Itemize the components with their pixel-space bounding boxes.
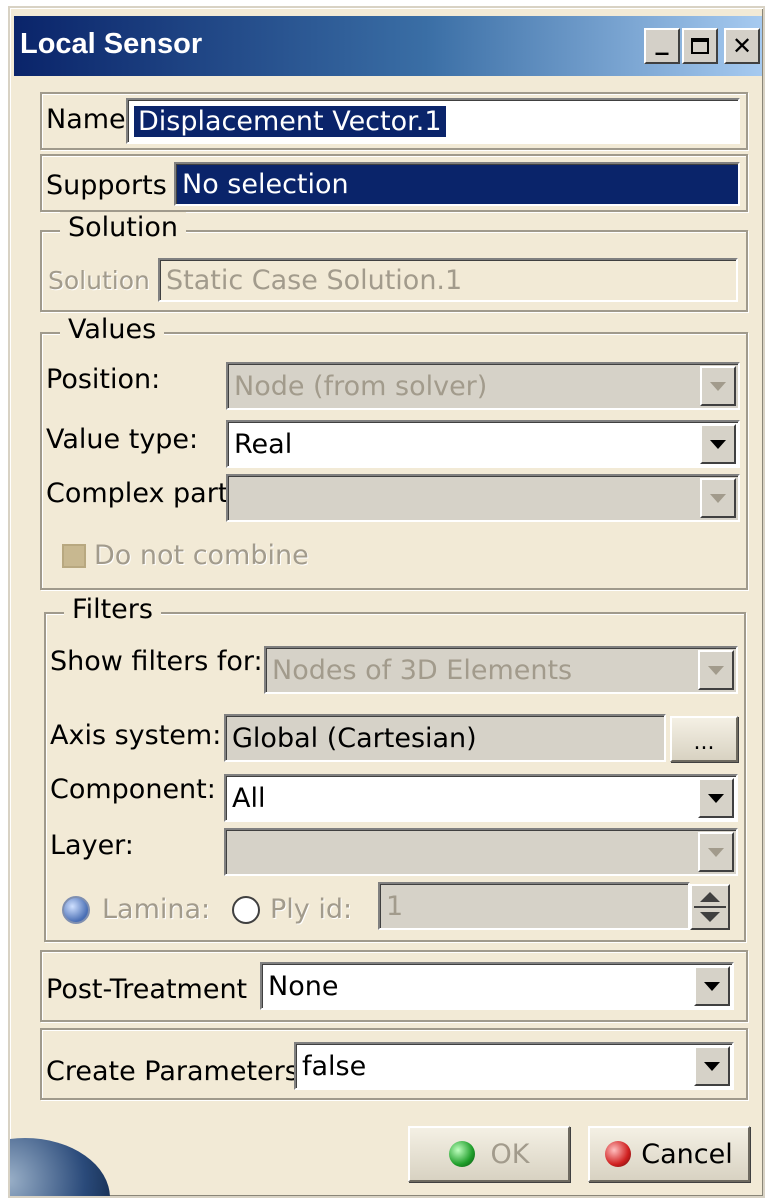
ply-id-input[interactable]: 1	[378, 882, 690, 930]
name-frame: Name Displacement Vector.1	[40, 92, 748, 150]
maximize-icon	[691, 38, 709, 54]
create-parameters-label: Create Parameters	[46, 1056, 299, 1087]
solution-field: Static Case Solution.1	[158, 258, 738, 302]
supports-selector[interactable]: No selection	[174, 162, 740, 206]
lamina-label: Lamina:	[102, 894, 211, 925]
ok-icon	[448, 1141, 475, 1167]
position-value: Node (from solver)	[234, 370, 488, 402]
ok-label: OK	[490, 1138, 530, 1170]
cancel-icon	[605, 1141, 632, 1167]
chevron-down-icon	[698, 778, 734, 818]
component-dropdown[interactable]: All	[224, 774, 738, 822]
minimize-button[interactable]: _	[644, 28, 680, 64]
axis-system-browse-button[interactable]: ...	[670, 716, 738, 762]
decorative-globe-image	[10, 1138, 110, 1196]
post-treatment-value: None	[268, 970, 339, 1002]
local-sensor-dialog: Local Sensor _ ✕ Name Displacement Vecto…	[8, 6, 765, 1198]
ply-id-value: 1	[386, 890, 404, 922]
solution-group-label: Solution	[60, 212, 186, 243]
do-not-combine-label: Do not combine	[94, 540, 309, 571]
chevron-down-icon	[700, 424, 736, 464]
ply-id-label: Ply id:	[270, 894, 353, 925]
create-parameters-frame: Create Parameters false	[40, 1028, 748, 1100]
spinner-divider	[694, 906, 726, 908]
component-value: All	[232, 782, 266, 814]
axis-system-value: Global (Cartesian)	[232, 722, 477, 754]
supports-label: Supports	[46, 170, 167, 201]
complex-part-dropdown[interactable]	[226, 474, 740, 522]
cancel-label: Cancel	[641, 1138, 733, 1170]
show-filters-label: Show filters for:	[50, 646, 263, 677]
create-parameters-value: false	[302, 1050, 367, 1082]
spin-up-icon	[700, 892, 720, 902]
supports-value: No selection	[182, 168, 349, 200]
post-treatment-frame: Post-Treatment None	[40, 950, 748, 1022]
value-type-label: Value type:	[46, 424, 199, 455]
show-filters-dropdown[interactable]: Nodes of 3D Elements	[264, 646, 738, 694]
post-treatment-dropdown[interactable]: None	[260, 962, 734, 1010]
position-label: Position:	[46, 364, 161, 395]
window-title: Local Sensor	[20, 28, 203, 60]
cancel-button[interactable]: Cancel	[588, 1126, 750, 1182]
ply-id-radio[interactable]	[232, 896, 260, 924]
solution-label: Solution	[48, 266, 150, 295]
axis-system-field: Global (Cartesian)	[224, 714, 666, 762]
supports-frame: Supports No selection	[40, 154, 748, 212]
component-label: Component:	[50, 774, 216, 805]
name-label: Name	[46, 104, 126, 135]
chevron-down-icon	[694, 1046, 730, 1086]
values-group-label: Values	[60, 314, 165, 345]
complex-part-label: Complex part:	[46, 478, 238, 509]
chevron-down-icon	[698, 650, 734, 690]
show-filters-value: Nodes of 3D Elements	[272, 654, 573, 686]
create-parameters-dropdown[interactable]: false	[294, 1042, 734, 1090]
lamina-radio[interactable]	[62, 896, 90, 924]
filters-group-label: Filters	[64, 594, 161, 625]
title-bar[interactable]: Local Sensor _ ✕	[14, 16, 762, 76]
close-button[interactable]: ✕	[724, 28, 760, 64]
values-group: Values Position: Node (from solver) Valu…	[40, 314, 748, 590]
maximize-button[interactable]	[682, 28, 718, 64]
chevron-down-icon	[694, 966, 730, 1006]
browse-label: ...	[693, 729, 715, 755]
layer-label: Layer:	[50, 830, 134, 861]
axis-system-label: Axis system:	[50, 720, 222, 751]
minimize-icon: _	[655, 26, 669, 56]
spin-down-icon	[700, 912, 720, 922]
ply-id-spinner[interactable]	[690, 884, 730, 930]
do-not-combine-checkbox[interactable]	[62, 544, 86, 568]
solution-group: Solution Solution Static Case Solution.1	[40, 212, 748, 312]
post-treatment-label: Post-Treatment	[46, 974, 248, 1005]
value-type-dropdown[interactable]: Real	[226, 420, 740, 468]
chevron-down-icon	[700, 366, 736, 406]
position-dropdown[interactable]: Node (from solver)	[226, 362, 740, 410]
chevron-down-icon	[698, 832, 734, 872]
solution-value: Static Case Solution.1	[166, 264, 463, 296]
close-icon: ✕	[731, 32, 753, 60]
name-value: Displacement Vector.1	[134, 105, 446, 137]
value-type-value: Real	[234, 428, 293, 460]
filters-group: Filters Show filters for: Nodes of 3D El…	[44, 594, 746, 942]
chevron-down-icon	[700, 478, 736, 518]
ok-button[interactable]: OK	[408, 1126, 570, 1182]
layer-dropdown[interactable]	[224, 828, 738, 876]
name-input[interactable]: Displacement Vector.1	[126, 98, 740, 144]
